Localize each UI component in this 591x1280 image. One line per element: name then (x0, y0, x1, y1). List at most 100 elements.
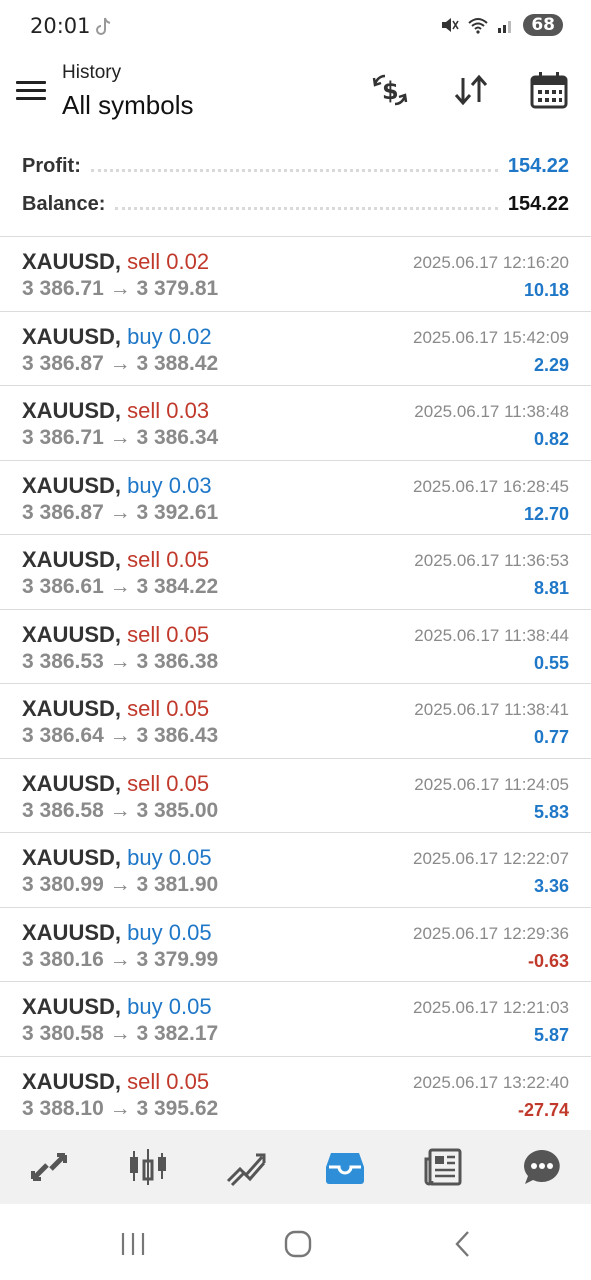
trade-symbol: XAUUSD, (22, 249, 122, 274)
trade-prices: 3 386.53 → 3 386.38 (22, 650, 218, 674)
trade-row[interactable]: XAUUSD, buy 0.05 3 380.58 → 3 382.17 2025.… (0, 982, 591, 1057)
trade-direction: buy 0.02 (127, 324, 211, 349)
trade-direction: sell 0.05 (127, 771, 209, 796)
nav-quotes[interactable] (19, 1137, 79, 1197)
trade-volume: 0.02 (168, 323, 212, 349)
trade-row[interactable]: XAUUSD, sell 0.03 3 386.71 → 3 386.34 2025… (0, 386, 591, 461)
trade-profit: 0.77 (533, 727, 569, 747)
trade-row[interactable]: XAUUSD, buy 0.05 3 380.99 → 3 381.90 2025.… (0, 833, 591, 908)
header-title[interactable]: All symbols (62, 90, 193, 121)
trade-volume: 0.03 (166, 398, 210, 423)
trade-volume: 0.03 (168, 472, 212, 498)
trade-direction: sell 0.05 (127, 696, 209, 721)
trade-row[interactable]: XAUUSD, sell 0.05 3 388.10 → 3 395.62 2025… (0, 1057, 591, 1131)
sort-icon (454, 74, 488, 106)
tiktok-icon (96, 17, 111, 35)
trade-prices: 3 380.99 → 3 381.90 (22, 873, 218, 897)
trade-time: 2025.06.17 12:16:20 (413, 253, 569, 272)
trade-direction: buy 0.05 (127, 920, 211, 945)
arrow-icon: → (109, 575, 131, 598)
nav-trade[interactable] (216, 1137, 276, 1197)
news-icon (424, 1148, 462, 1186)
open-price: 3 386.58 (22, 798, 104, 822)
close-price: 3 386.43 (136, 724, 219, 747)
trade-profit: 5.87 (533, 1025, 569, 1045)
trade-row[interactable]: XAUUSD, sell 0.05 3 386.53 → 3 386.38 2025… (0, 610, 591, 684)
sort-button[interactable] (449, 68, 493, 112)
trade-profit: 0.55 (533, 652, 569, 673)
trade-prices: 3 388.10 → 3 395.62 (22, 1097, 218, 1121)
battery-indicator: 68 (523, 14, 563, 36)
recents-button[interactable] (103, 1224, 163, 1264)
trade-time: 2025.06.17 11:36:53 (414, 551, 569, 570)
trade-prices: 3 386.58 → 3 385.00 (22, 799, 218, 823)
status-bar: 20:01 68 (0, 0, 591, 52)
trade-volume: 0.05 (168, 994, 212, 1019)
trade-symbol: XAUUSD, (22, 1068, 122, 1094)
arrow-icon: → (109, 351, 131, 375)
trade-symbol: XAUUSD, (22, 621, 122, 647)
open-price: 3 386.53 (22, 649, 104, 673)
home-button[interactable] (268, 1224, 328, 1264)
trade-time: 2025.06.17 13:22:40 (413, 1072, 569, 1092)
open-price: 3 386.87 (22, 351, 104, 375)
close-price: 3 379.81 (136, 277, 219, 300)
trade-row[interactable]: XAUUSD, buy 0.02 3 386.87 → 3 388.42 2025.… (0, 312, 591, 386)
trade-header: XAUUSD, sell 0.05 (22, 696, 209, 722)
open-price: 3 386.71 (22, 426, 104, 449)
trade-volume: 0.05 (168, 919, 212, 945)
trade-header: XAUUSD, sell 0.05 (22, 1069, 209, 1095)
trade-side: sell (127, 770, 161, 796)
trade-time: 2025.06.17 15:42:09 (413, 327, 569, 347)
trade-row[interactable]: XAUUSD, buy 0.05 3 380.16 → 3 379.99 2025.… (0, 908, 591, 982)
menu-button[interactable] (14, 76, 48, 106)
trade-profit: 0.82 (533, 429, 569, 449)
calendar-button[interactable] (527, 68, 571, 112)
trade-prices: 3 386.61 → 3 384.22 (22, 575, 218, 599)
nav-news[interactable] (413, 1137, 473, 1197)
system-navigation-bar (0, 1204, 591, 1280)
nav-chat[interactable] (512, 1137, 572, 1197)
trade-symbol: XAUUSD, (22, 919, 122, 945)
trade-direction: sell 0.05 (127, 622, 209, 647)
trade-header: XAUUSD, buy 0.02 (22, 324, 212, 350)
back-icon (455, 1231, 469, 1257)
trade-symbol: XAUUSD, (22, 472, 122, 498)
open-price: 3 386.61 (22, 575, 104, 598)
trade-side: sell (127, 1068, 161, 1094)
currency-exchange-button[interactable]: $ (368, 68, 412, 112)
trade-time: 2025.06.17 16:28:45 (413, 476, 569, 496)
signal-icon (498, 21, 512, 33)
svg-text:$: $ (382, 77, 399, 105)
nav-chart[interactable] (118, 1137, 178, 1197)
trade-row[interactable]: XAUUSD, sell 0.05 3 386.58 → 3 385.00 2025… (0, 759, 591, 833)
profit-row: Profit: 154.22 (22, 148, 569, 184)
trade-profit: 2.29 (533, 354, 569, 375)
nav-history[interactable] (315, 1137, 375, 1197)
trade-row[interactable]: XAUUSD, buy 0.03 3 386.87 → 3 392.61 2025.… (0, 461, 591, 535)
arrow-icon: → (109, 798, 131, 822)
trade-time: 2025.06.17 11:38:44 (414, 625, 569, 645)
trade-header: XAUUSD, sell 0.02 (22, 249, 209, 275)
trade-prices: 3 386.87 → 3 392.61 (22, 501, 218, 525)
trade-side: sell (127, 621, 161, 647)
trade-symbol: XAUUSD, (22, 547, 122, 572)
trade-row[interactable]: XAUUSD, sell 0.05 3 386.64 → 3 386.43 2025… (0, 684, 591, 759)
trade-header: XAUUSD, buy 0.05 (22, 920, 212, 946)
back-button[interactable] (433, 1224, 493, 1264)
open-price: 3 386.64 (22, 724, 104, 747)
trade-history-list[interactable]: XAUUSD, sell 0.02 3 386.71 → 3 379.81 2025… (0, 236, 591, 1131)
trade-prices: 3 380.16 → 3 379.99 (22, 948, 218, 972)
trade-row[interactable]: XAUUSD, sell 0.02 3 386.71 → 3 379.81 2025… (0, 237, 591, 312)
trade-volume: 0.05 (166, 696, 210, 721)
trade-symbol: XAUUSD, (22, 770, 122, 796)
arrow-icon: → (109, 947, 131, 971)
chart-icon (129, 1149, 166, 1185)
trade-header: XAUUSD, sell 0.05 (22, 622, 209, 648)
trade-prices: 3 386.64 → 3 386.43 (22, 724, 218, 748)
close-price: 3 388.42 (136, 351, 219, 375)
home-icon (284, 1230, 312, 1258)
quotes-icon (31, 1153, 68, 1181)
open-price: 3 386.87 (22, 500, 104, 524)
trade-row[interactable]: XAUUSD, sell 0.05 3 386.61 → 3 384.22 2025… (0, 535, 591, 610)
